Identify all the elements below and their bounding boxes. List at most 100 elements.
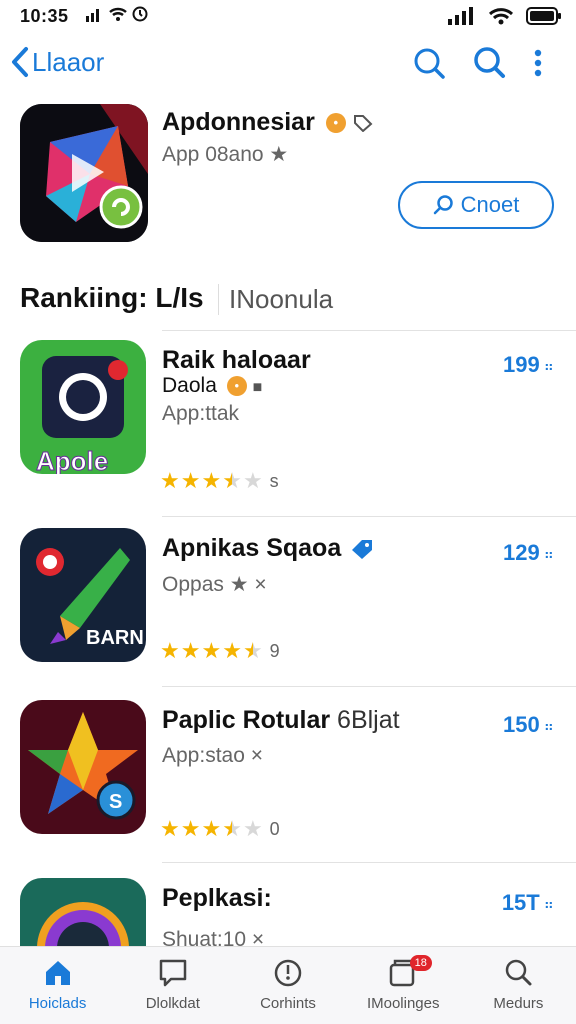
search-icon xyxy=(506,959,532,986)
search-icon[interactable] xyxy=(472,46,506,80)
app-rank: 129 ⠶ xyxy=(503,540,554,566)
divider xyxy=(162,330,576,331)
star-icon: ★ xyxy=(222,468,242,493)
app-title: Peplkasi: xyxy=(162,884,272,912)
rating-stars: ★ ★ ★ ★ ★ 9 xyxy=(160,640,280,662)
get-button-label: Cnoet xyxy=(460,192,520,217)
app-title: Paplic Rotular 6Bljat xyxy=(162,706,400,735)
star-icon: ★ xyxy=(160,468,180,493)
tab-label: Corhints xyxy=(260,995,316,1012)
app-icon-label: Apole xyxy=(36,446,108,474)
app-title: Apnikas Sqaoa xyxy=(162,534,374,563)
more-options-icon[interactable] xyxy=(528,46,548,80)
star-icon: ★ xyxy=(242,816,263,841)
tab-explore[interactable]: Corhints xyxy=(230,947,345,1024)
divider xyxy=(162,862,576,863)
list-item[interactable]: Peplkasi: Shuat:10 × 15T ⠶ xyxy=(0,878,576,946)
signal-icon xyxy=(86,9,99,22)
bottom-tab-bar: Hoiclads Dlolkdat Corhints 18 IMoolinges… xyxy=(0,946,576,1024)
featured-app-icon xyxy=(20,104,148,242)
status-right-icons xyxy=(448,7,562,25)
more-dots-icon: ⠶ xyxy=(543,545,554,562)
chat-icon xyxy=(159,959,187,987)
more-dots-icon: ⠶ xyxy=(543,717,554,734)
app-icon-label: BARN xyxy=(86,627,144,649)
rank-value: 129 xyxy=(503,540,540,565)
search-icon[interactable] xyxy=(412,46,446,80)
rank-value: 150 xyxy=(503,712,540,737)
tag-icon xyxy=(353,115,373,133)
list-item[interactable]: S Paplic Rotular 6Bljat App:stao × 150 ⠶ … xyxy=(0,700,576,850)
divider xyxy=(162,516,576,517)
tab-label: IMoolinges xyxy=(366,995,440,1012)
star-icon: ★ xyxy=(160,816,180,841)
app-icon-label: S xyxy=(109,791,122,813)
app-icon xyxy=(20,878,146,946)
star-icon: ★ xyxy=(242,638,263,663)
verified-tag-icon xyxy=(352,540,373,560)
app-subtitle: App:stao × xyxy=(162,744,263,767)
tab-search[interactable]: Medurs xyxy=(461,947,576,1024)
tab-home[interactable]: Hoiclads xyxy=(0,947,115,1024)
list-item[interactable]: BARN Apnikas Sqaoa Oppas ★ × 129 ⠶ ★ ★ ★ ★ ★ 9 xyxy=(0,528,576,678)
back-button[interactable]: Llaaor xyxy=(10,46,104,78)
home-icon xyxy=(45,961,70,985)
wifi-status-icon xyxy=(488,8,514,25)
chevron-left-icon xyxy=(12,47,28,77)
app-rank: 150 ⠶ xyxy=(503,712,554,738)
b-icon: ■ xyxy=(252,379,263,396)
compass-icon xyxy=(274,959,302,987)
rating-count: 9 xyxy=(269,640,280,661)
tab-label: Dlolkdat xyxy=(145,995,200,1012)
star-icon: ★ xyxy=(201,638,222,663)
emoji-icon: • xyxy=(325,113,346,134)
rating-stars: ★ ★ ★ ★ ★ 0 xyxy=(160,818,280,840)
emoji-icon: • xyxy=(226,376,247,397)
status-time: 10:35 xyxy=(20,6,69,26)
title-text: Paplic Rotular xyxy=(162,706,331,734)
wifi-icon xyxy=(109,7,127,21)
app-rank: 199 ⠶ xyxy=(503,352,554,378)
notification-badge: 18 xyxy=(409,955,432,971)
section-tab[interactable]: INoonula xyxy=(218,284,333,315)
rating-count: 0 xyxy=(269,818,280,839)
list-item[interactable]: Apole Raik haloaar Daola • ■ App:ttak 19… xyxy=(0,340,576,493)
status-bar: 10:35 xyxy=(0,0,576,34)
title-text: Apnikas Sqaoa xyxy=(162,534,342,562)
tab-library[interactable]: 18 IMoolinges xyxy=(346,947,461,1024)
battery-icon xyxy=(526,7,561,25)
alarm-icon xyxy=(132,6,148,22)
app-subtitle: Oppas ★ × xyxy=(162,573,267,596)
star-icon: ★ xyxy=(180,638,201,663)
developer-text: Daola xyxy=(162,374,217,397)
divider xyxy=(162,686,576,687)
app-icon: S xyxy=(20,700,146,834)
rank-value: 15T xyxy=(501,890,540,915)
rating-count: s xyxy=(269,470,279,491)
star-icon: ★ xyxy=(222,816,242,841)
app-subtitle: Shuat:10 × xyxy=(162,928,265,946)
rank-value: 199 xyxy=(503,352,540,377)
featured-app-subtitle: App 08ano ★ xyxy=(162,143,289,166)
featured-title-text: Apdonnesiar xyxy=(162,108,315,136)
ranking-section-header: Rankiing: L/Is INoonula xyxy=(20,282,576,322)
app-icon: BARN xyxy=(20,528,146,662)
star-icon: ★ xyxy=(180,816,201,841)
developer-text: 6Bljat xyxy=(337,706,400,734)
star-icon: ★ xyxy=(160,638,180,663)
tab-chat[interactable]: Dlolkdat xyxy=(115,947,230,1024)
featured-app-title: Apdonnesiar • xyxy=(162,108,373,137)
star-icon: ★ xyxy=(242,468,263,493)
status-left-icons xyxy=(86,6,148,22)
get-button[interactable]: Cnoet xyxy=(398,181,554,229)
tab-label: Hoiclads xyxy=(28,995,87,1012)
tab-label: Medurs xyxy=(493,995,544,1012)
back-label: Llaaor xyxy=(32,46,105,77)
star-icon: ★ xyxy=(201,816,222,841)
star-icon: ★ xyxy=(222,638,242,663)
app-title: Raik haloaar xyxy=(162,346,311,374)
nav-header: Llaaor xyxy=(0,38,576,92)
featured-app[interactable]: Apdonnesiar • App 08ano ★ Cnoet xyxy=(20,104,556,244)
app-rank: 15T ⠶ xyxy=(502,890,554,916)
app-icon: Apole xyxy=(20,340,146,474)
